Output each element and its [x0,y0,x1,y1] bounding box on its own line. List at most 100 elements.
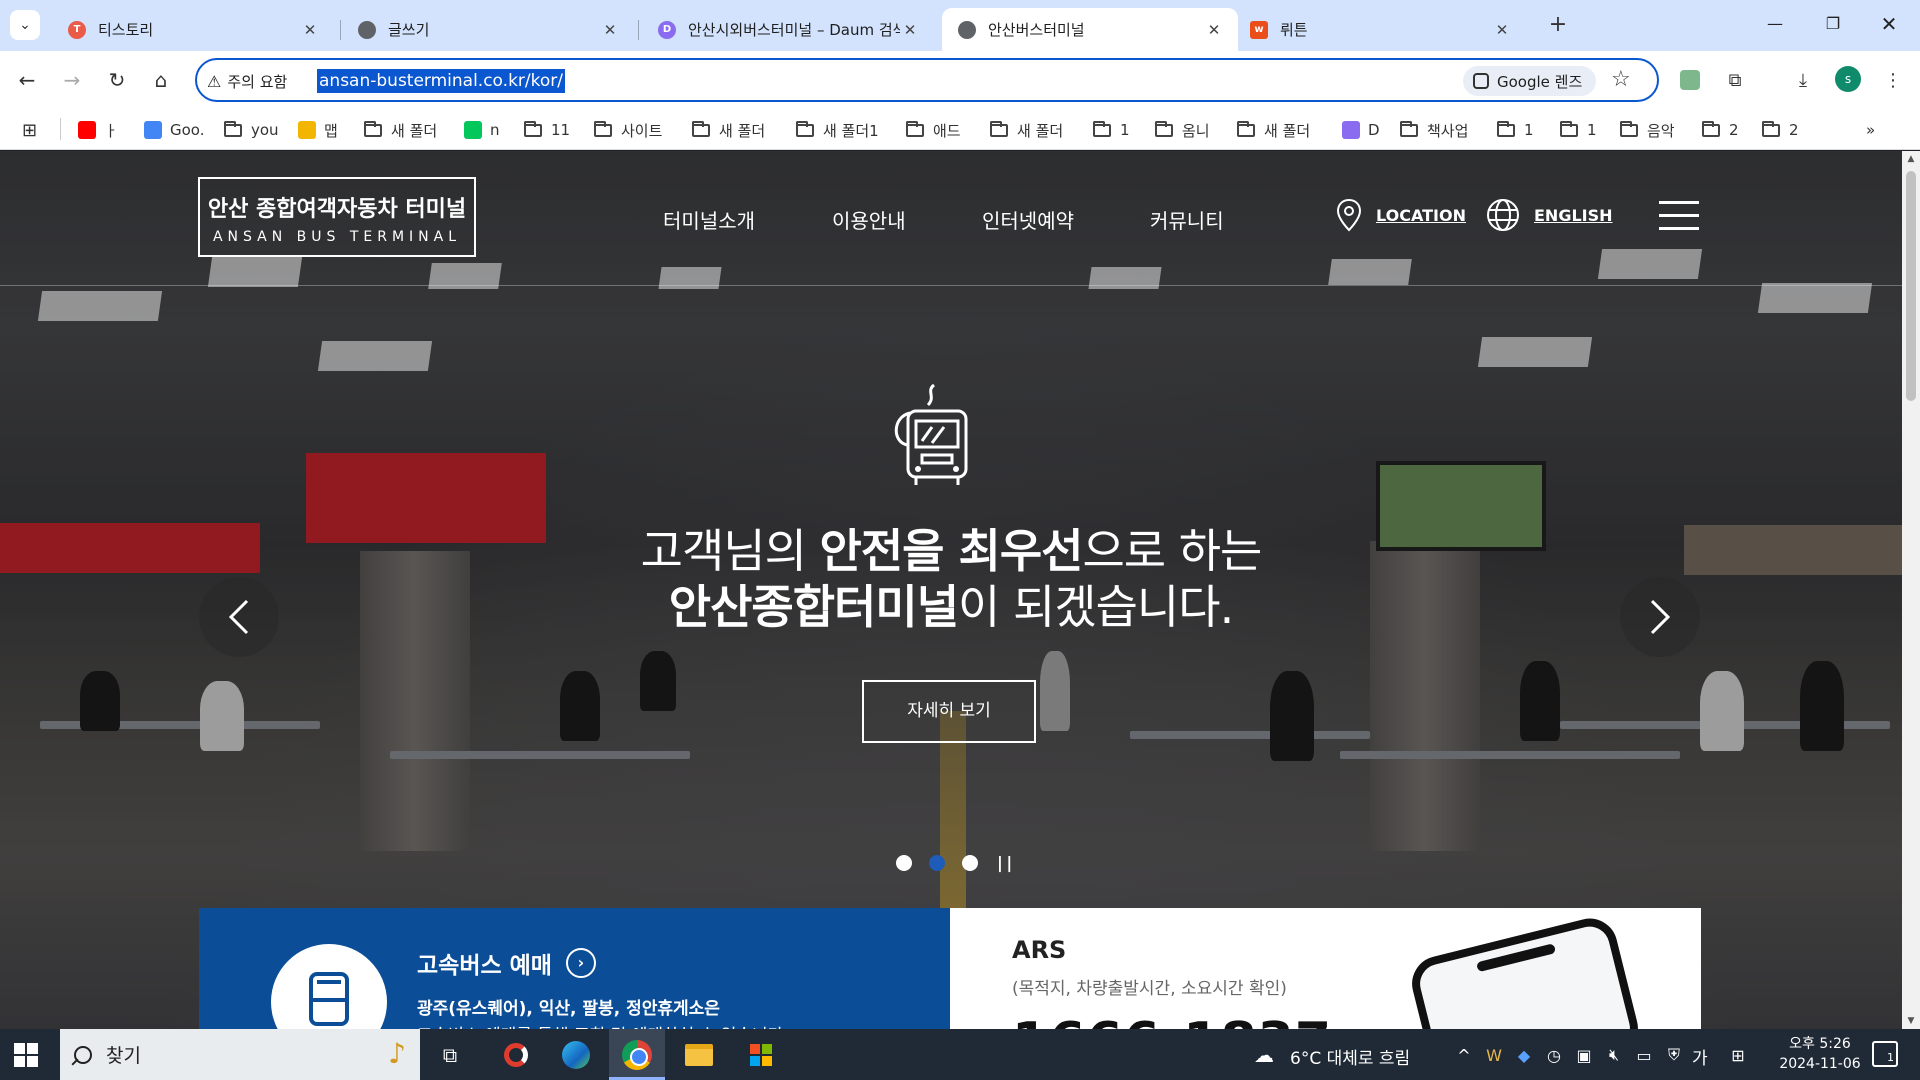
youtube-icon [78,121,96,139]
next-slide-button[interactable] [1620,577,1700,657]
bookmark-item[interactable]: D [1342,118,1380,142]
back-button[interactable]: ← [10,63,44,97]
prev-slide-button[interactable] [199,577,279,657]
download-icon[interactable]: ⤓ [1788,65,1818,95]
weather-text[interactable]: 6°C 대체로 흐림 [1290,1044,1410,1069]
bookmark-item[interactable]: 11 [524,118,570,142]
more-menu-icon[interactable]: ⋮ [1878,65,1908,95]
pause-icon[interactable]: | | [997,853,1012,872]
close-window-button[interactable]: ✕ [1866,8,1912,40]
bookmark-item[interactable]: 새 폴더 [692,118,765,142]
tab-write[interactable]: 글쓰기 ✕ [342,8,634,51]
english-label: ENGLISH [1534,205,1613,225]
bus-icon [894,383,968,485]
extension-translate-icon[interactable] [1675,65,1705,95]
google-lens-button[interactable]: Google 렌즈 [1463,66,1597,96]
notification-icon[interactable]: 1 [1872,1041,1898,1067]
hamburger-menu-icon[interactable] [1659,201,1699,231]
profile-avatar[interactable]: s [1835,66,1861,92]
ime-indicator[interactable]: 가 [1692,1044,1708,1069]
bookmark-item[interactable]: 옴니 [1155,118,1210,142]
slide-dot-1[interactable] [896,854,912,871]
express-desc-bold: 광주(유스퀘어), 익산, 팔봉, 정안휴게소은 [417,999,720,1019]
forward-button[interactable]: → [55,63,89,97]
folder-icon [1400,120,1418,137]
slide-dot-3[interactable] [962,854,978,871]
nav-usage-guide[interactable]: 이용안내 [832,205,906,234]
bookmark-item[interactable]: 1 [1093,118,1130,142]
tab-daum-search[interactable]: D 안산시외버스터미널 – Daum 검색 ✕ [642,8,934,51]
nav-community[interactable]: 커뮤니티 [1150,205,1224,234]
close-icon[interactable]: ✕ [900,21,920,39]
chrome-icon[interactable] [619,1037,655,1073]
bookmark-item[interactable]: 새 폴더 [364,118,437,142]
bookmark-item[interactable]: 책사업 [1400,118,1468,142]
minimize-button[interactable]: — [1752,8,1798,40]
task-view-icon[interactable]: ⧉ [432,1037,468,1073]
bookmark-item[interactable]: ㅏ [78,118,118,142]
bookmark-star-icon[interactable]: ☆ [1611,67,1631,92]
taskbar-search[interactable]: 찾기 ♪ [60,1029,420,1080]
bookmark-item[interactable]: 새 폴더 [1237,118,1310,142]
weather-icon[interactable]: ☁ [1246,1037,1282,1073]
bookmark-label: 2 [1789,121,1799,139]
security-chip[interactable]: ⚠ 주의 요함 [207,68,287,94]
new-tab-button[interactable]: + [1544,12,1572,40]
close-icon[interactable]: ✕ [300,21,320,39]
nav-terminal-intro[interactable]: 터미널소개 [663,205,755,234]
scroll-thumb[interactable] [1906,171,1916,401]
bookmark-item[interactable]: 새 폴더 [990,118,1063,142]
tab-tistory[interactable]: T 티스토리 ✕ [52,8,334,51]
close-icon[interactable]: ✕ [600,21,620,39]
bookmark-item[interactable]: n [464,118,500,142]
english-link[interactable]: ENGLISH [1486,198,1613,232]
bookmark-label: 애드 [933,121,961,140]
close-icon[interactable]: ✕ [1492,21,1512,39]
windows-start-icon[interactable] [14,1043,38,1067]
store-icon[interactable] [743,1037,779,1073]
ime-hanja-icon[interactable]: ⊞ [1720,1037,1756,1073]
bookmark-item[interactable]: 2 [1702,118,1739,142]
url-text[interactable]: ansan-busterminal.co.kr/kor/ [317,69,565,93]
bookmark-item[interactable]: 1 [1560,118,1597,142]
tab-wrtn[interactable]: w 뤼튼 ✕ [1234,8,1526,51]
bookmarks-separator [60,118,61,140]
bookmark-label: ㅏ [104,121,118,140]
globe-icon [958,20,976,39]
bookmark-item[interactable]: Goo. [144,118,204,142]
express-bus-card[interactable]: 고속버스 예매 › 광주(유스퀘어), 익산, 팔봉, 정안휴게소은 고속버스 … [199,908,950,1029]
app-circle-icon[interactable] [498,1037,534,1073]
file-explorer-icon[interactable] [681,1037,717,1073]
home-button[interactable]: ⌂ [144,63,178,97]
edge-icon[interactable] [558,1037,594,1073]
scroll-down-icon[interactable]: ▼ [1902,1013,1920,1029]
system-clock[interactable]: 오후 5:26 2024-11-06 [1770,1034,1870,1074]
bookmark-item[interactable]: 새 폴더1 [796,118,879,142]
page-scrollbar[interactable]: ▲ ▼ [1902,151,1920,1029]
apps-grid-icon[interactable]: ⊞ [22,118,37,142]
daum-icon: D [658,20,676,39]
bookmark-item[interactable]: 맵 [298,118,338,142]
extensions-puzzle-icon[interactable]: ⧉ [1720,65,1750,95]
bookmark-item[interactable]: 1 [1497,118,1534,142]
bookmark-label: 음악 [1647,121,1675,140]
scroll-up-icon[interactable]: ▲ [1902,151,1920,167]
close-icon[interactable]: ✕ [1204,21,1224,39]
bookmark-item[interactable]: 사이트 [594,118,662,142]
site-logo[interactable]: 안산 종합여객자동차 터미널 ANSAN BUS TERMINAL [198,177,476,257]
bookmark-item[interactable]: 애드 [906,118,961,142]
bookmarks-overflow-icon[interactable]: » [1866,118,1875,142]
security-shield-icon[interactable]: ⛨ [1656,1037,1692,1073]
bookmark-item[interactable]: 2 [1762,118,1799,142]
slide-dot-2[interactable] [929,854,945,871]
maximize-button[interactable]: ❐ [1810,8,1856,40]
reload-button[interactable]: ↻ [100,63,134,97]
address-bar[interactable]: ⚠ 주의 요함 ansan-busterminal.co.kr/kor/ Goo… [195,58,1659,102]
tab-search-button[interactable]: ⌄ [10,10,40,40]
bookmark-item[interactable]: you [224,118,279,142]
view-more-button[interactable]: 자세히 보기 [862,680,1036,743]
location-link[interactable]: LOCATION [1336,198,1466,232]
bookmark-item[interactable]: 음악 [1620,118,1675,142]
tab-ansan-terminal[interactable]: 안산버스터미널 ✕ [942,8,1238,51]
nav-internet-booking[interactable]: 인터넷예약 [982,205,1074,234]
